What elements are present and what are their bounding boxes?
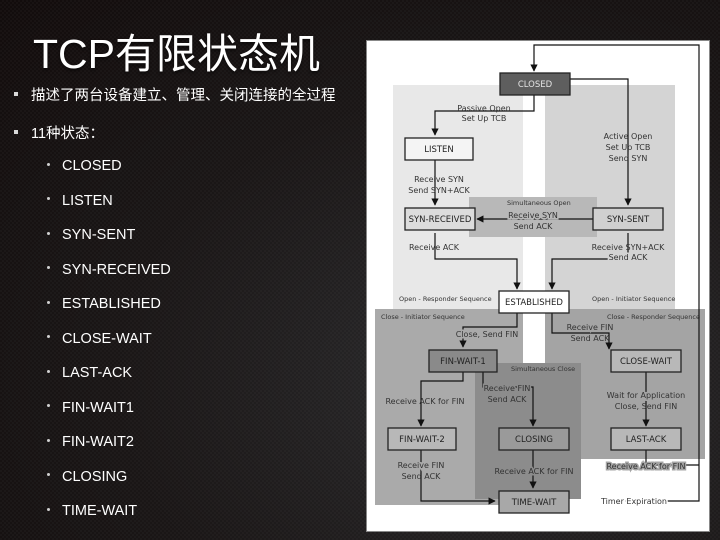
state-name: SYN-SENT bbox=[62, 227, 136, 243]
transition-label: Set Up TCB bbox=[606, 143, 651, 152]
state-name: LAST-ACK bbox=[62, 365, 133, 381]
state-listen: LISTEN bbox=[404, 137, 474, 161]
transition-label: Send ACK bbox=[571, 334, 611, 343]
bullet-dot-icon bbox=[47, 473, 50, 477]
state-label: FIN-WAIT-1 bbox=[440, 357, 486, 367]
bullet-dot-icon bbox=[47, 197, 50, 201]
state-name: CLOSING bbox=[62, 468, 128, 485]
transition-label: Send ACK bbox=[488, 395, 528, 404]
transition-label: Timer Expiration bbox=[600, 497, 667, 506]
transition-label: Receive FIN bbox=[398, 461, 445, 470]
state-label: ESTABLISHED bbox=[505, 298, 563, 308]
bullet-dot-icon bbox=[47, 231, 50, 235]
state-label: CLOSE-WAIT bbox=[620, 357, 673, 367]
state-name: LISTEN bbox=[62, 192, 113, 209]
state-label: CLOSING bbox=[515, 435, 553, 445]
state-name: FIN-WAIT1 bbox=[62, 399, 134, 416]
state-name: SYN-RECEIVED bbox=[62, 261, 171, 278]
transition-label: Receive ACK for FIN bbox=[385, 397, 464, 406]
bullet-dot-icon bbox=[47, 438, 50, 442]
transition-label: Send ACK bbox=[514, 222, 554, 231]
transition-label: Close, Send FIN bbox=[456, 330, 519, 339]
transition-label: Receive SYN+ACK bbox=[592, 243, 665, 252]
transition-label: Receive FIN bbox=[484, 384, 531, 393]
bullet-dot-icon bbox=[47, 162, 50, 166]
state-label: TIME-WAIT bbox=[511, 498, 557, 508]
state-fin-wait-2: FIN-WAIT-2 bbox=[387, 427, 457, 451]
transition-label: Send SYN+ACK bbox=[408, 186, 470, 195]
state-list-item: CLOSED bbox=[47, 158, 122, 178]
state-last-ack: LAST-ACK bbox=[610, 427, 682, 451]
region-label: Close - Initiator Sequence bbox=[381, 313, 465, 321]
bullet-dot-icon bbox=[47, 300, 50, 304]
transition-label: Send SYN bbox=[609, 154, 648, 163]
transition-label: Close, Send FIN bbox=[615, 402, 678, 411]
bullet-text: 11种状态： bbox=[31, 126, 105, 142]
bullet-description: 描述了两台设备建立、管理、关闭连接的全过程 bbox=[14, 84, 336, 105]
region-label: Simultaneous Close bbox=[511, 365, 575, 373]
state-list-item: ESTABLISHED bbox=[47, 296, 161, 316]
state-list-item: CLOSE-WAIT bbox=[47, 331, 152, 351]
state-list-item: SYN-RECEIVED bbox=[47, 262, 171, 282]
state-name: ESTABLISHED bbox=[62, 296, 161, 312]
bullet-dot-icon bbox=[47, 404, 50, 408]
state-name: FIN-WAIT2 bbox=[62, 434, 134, 450]
state-label: FIN-WAIT-2 bbox=[399, 435, 445, 445]
state-closing: CLOSING bbox=[498, 427, 570, 451]
state-label: SYN-SENT bbox=[607, 215, 650, 225]
transition-label: Send ACK bbox=[402, 472, 442, 481]
state-syn-sent: SYN-SENT bbox=[592, 207, 664, 231]
transition-label: Passive Open bbox=[457, 104, 511, 113]
slide-title: TCP有限状态机 bbox=[33, 31, 320, 77]
state-label: SYN-RECEIVED bbox=[409, 215, 472, 225]
bullet-dot-icon bbox=[47, 335, 50, 339]
transition-label: Receive ACK bbox=[409, 243, 460, 252]
region-label: Open - Initiator Sequence bbox=[592, 295, 675, 303]
region-label: Close - Responder Sequence bbox=[607, 313, 700, 321]
transition-label: Wait for Application bbox=[607, 391, 685, 400]
state-name: CLOSED bbox=[62, 158, 122, 174]
region-label: Simultaneous Open bbox=[507, 199, 571, 207]
transition-label: Receive FIN bbox=[567, 323, 614, 332]
region-label: Open - Responder Sequence bbox=[399, 295, 492, 303]
state-time-wait: TIME-WAIT bbox=[498, 490, 570, 514]
state-close-wait: CLOSE-WAIT bbox=[610, 349, 682, 373]
state-closed: CLOSED bbox=[499, 72, 571, 96]
state-list-item: FIN-WAIT1 bbox=[47, 400, 134, 420]
transition-label: Receive SYN bbox=[508, 211, 558, 220]
transition-label: Send ACK bbox=[609, 253, 649, 262]
state-list-item: TIME-WAIT bbox=[47, 503, 137, 523]
bullet-text: 描述了两台设备建立、管理、关闭连接的全过程 bbox=[31, 88, 336, 104]
state-list-item: CLOSING bbox=[47, 469, 127, 489]
bullet-dot-icon bbox=[47, 369, 50, 373]
bullet-square-icon bbox=[14, 92, 18, 97]
bullet-square-icon bbox=[14, 130, 18, 135]
state-name: CLOSE-WAIT bbox=[62, 330, 152, 347]
state-established: ESTABLISHED bbox=[498, 290, 570, 314]
state-label: CLOSED bbox=[518, 80, 553, 90]
state-label: LAST-ACK bbox=[626, 435, 667, 445]
transition-label: Receive SYN bbox=[414, 175, 464, 184]
transition-label: Receive ACK for FIN bbox=[494, 467, 573, 476]
state-name: TIME-WAIT bbox=[62, 503, 138, 519]
bullet-dot-icon bbox=[47, 266, 50, 270]
state-list-item: LISTEN bbox=[47, 193, 113, 213]
tcp-state-diagram: Open - Responder Sequence Open - Initiat… bbox=[366, 40, 710, 532]
state-list-item: FIN-WAIT2 bbox=[47, 434, 134, 454]
state-label: LISTEN bbox=[424, 145, 454, 155]
state-list-item: SYN-SENT bbox=[47, 227, 135, 247]
transition-label: Set Up TCB bbox=[462, 114, 507, 123]
transition-label: Receive ACK for FIN bbox=[606, 462, 685, 471]
bullet-state-count: 11种状态： bbox=[14, 122, 104, 143]
transition-label: Active Open bbox=[604, 132, 653, 141]
bullet-dot-icon bbox=[47, 507, 50, 511]
state-list-item: LAST-ACK bbox=[47, 365, 132, 385]
state-syn-received: SYN-RECEIVED bbox=[404, 207, 476, 231]
state-fin-wait-1: FIN-WAIT-1 bbox=[428, 349, 498, 373]
